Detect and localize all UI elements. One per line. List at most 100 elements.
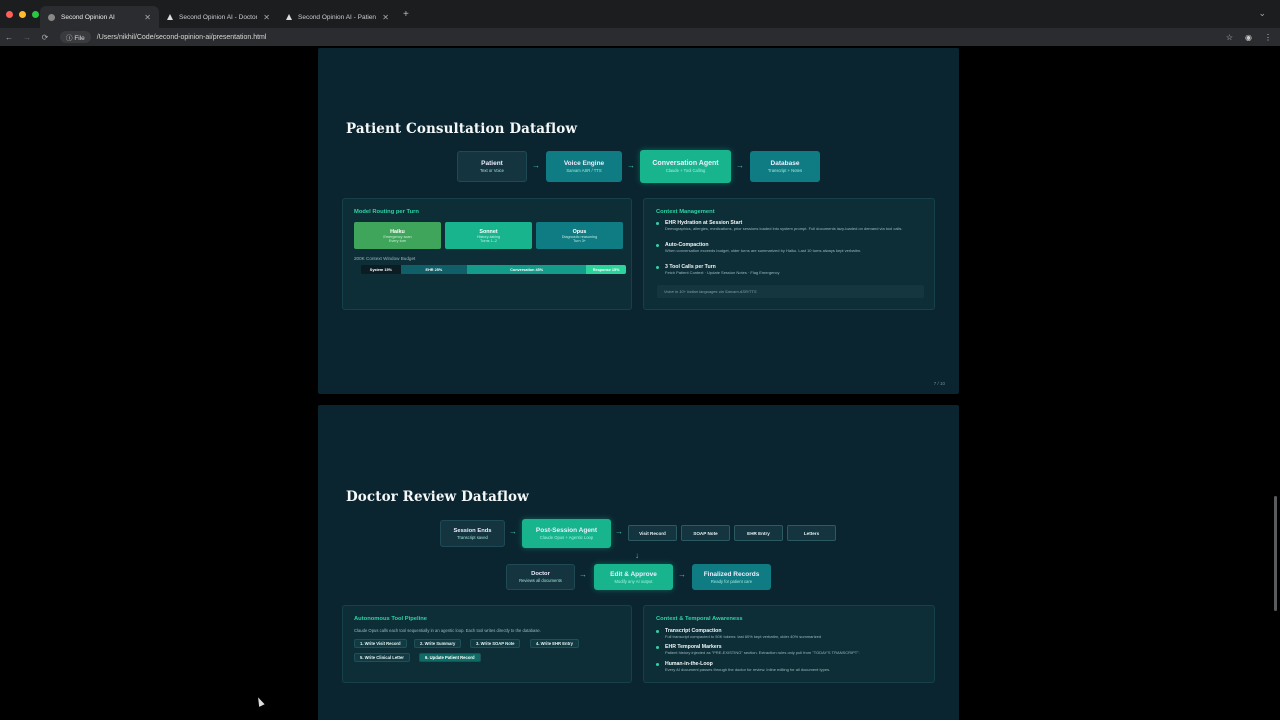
close-tab-icon[interactable]: ✕ [263,13,270,22]
page-viewport: Patient Consultation Dataflow Patient Te… [0,46,1280,720]
flow-box-sub: Text or Voice [480,168,504,173]
browser-tab-strip: Second Opinion AI ✕ Second Opinion AI - … [0,0,1280,28]
close-tab-icon[interactable]: ✕ [382,13,389,22]
context-item: EHR Hydration at Session Start Demograph… [656,220,921,231]
bullet-dot-icon [656,646,659,649]
flow-box-sub: Modify any AI output [614,578,653,584]
arrow-right-icon: → [532,161,540,170]
context-item-body: Patient history injected as "PRE-EXISTIN… [665,650,860,655]
flow-box-title: Voice Engine [563,160,605,167]
page-scrollbar[interactable] [1274,496,1277,611]
context-management-panel: Context Management EHR Hydration at Sess… [643,198,935,310]
context-item-body: Full transcript compacted to 50K tokens:… [665,634,822,639]
arrow-right-icon: → [736,161,744,170]
bookmark-star-icon[interactable]: ☆ [1226,33,1233,42]
slide-doctor-review: Doctor Review Dataflow Session Ends Tran… [318,405,959,720]
slide-title: Patient Consultation Dataflow [346,121,578,137]
budget-label: 200K Context Window Budget [354,256,416,261]
slide-patient-consultation: Patient Consultation Dataflow Patient Te… [318,48,959,394]
forward-button[interactable]: → [18,33,36,42]
file-chip-label: File [74,35,85,42]
context-item: EHR Temporal Markers Patient history inj… [656,644,921,655]
bullet-dot-icon [656,244,659,247]
reload-button[interactable]: ⟳ [36,33,54,42]
triangle-logo-icon [167,14,173,20]
context-item: Auto-Compaction When conversation exceed… [656,242,921,253]
flow-box-sub: Transcript + Notes [767,168,803,173]
flow-box-sub: Ready for patient care [710,578,753,584]
tab-search-chevron-icon[interactable]: ⌄ [1258,8,1266,19]
budget-segment-ehr: EHR 25% [400,265,467,274]
model-card-haiku: Haiku Emergency scan Every turn [354,222,441,249]
tab-title: Second Opinion AI [61,13,115,21]
context-item: Human-in-the-Loop Every AI document pass… [656,661,921,672]
pipeline-step: 5. Write Clinical Letter [354,653,410,662]
pipeline-step: 4. Write EHR Entry [530,639,579,648]
context-item-body: Fetch Patient Context · Update Session N… [665,270,780,275]
budget-segment-response: Response 15% [586,265,626,274]
back-button[interactable]: ← [0,33,18,42]
context-budget-bar: System 15% EHR 25% Conversation 45% Resp… [361,265,626,274]
page-number: 7 / 10 [933,381,945,386]
flow-box-title: Post-Session Agent [535,527,598,534]
flow-box-post-session-agent: Post-Session Agent Claude Opus + Agentic… [522,519,611,548]
triangle-logo-icon [286,14,292,20]
flow-box-doctor: Doctor Reviews all documents [506,564,575,590]
context-item: Transcript Compaction Full transcript co… [656,628,921,639]
tab-title: Second Opinion AI - Patient P [298,13,377,21]
flow-box-database: Database Transcript + Notes [750,151,820,182]
flow-box-sub: Claude Opus + Agentic Loop [539,535,594,540]
browser-tab-1[interactable]: Second Opinion AI ✕ [40,6,159,28]
context-item-body: Every AI document passes through the doc… [665,667,831,672]
arrow-down-icon: ↓ [635,551,639,560]
context-item-body: When conversation exceeds budget, older … [665,248,862,253]
url-text[interactable]: /Users/nikhil/Code/second-opinion-ai/pre… [97,34,267,41]
panel-heading: Context & Temporal Awareness [656,616,743,622]
address-bar[interactable]: ⓘ File /Users/nikhil/Code/second-opinion… [60,31,1226,43]
model-when: Every turn [388,238,407,243]
flow-box-title: Session Ends [453,527,492,534]
output-soap-note: SOAP Note [681,525,730,541]
flow-box-conversation-agent: Conversation Agent Claude + Tool Calling [640,150,731,183]
flow-box-title: Database [770,160,800,167]
new-tab-button[interactable]: + [403,9,409,20]
model-when: Turn 3+ [572,238,587,243]
pipeline-step: 2. Write Summary [414,639,462,648]
bullet-dot-icon [656,222,659,225]
flow-box-sub: Claude + Tool Calling [665,168,706,173]
arrow-right-icon: → [627,161,635,170]
tab-title: Second Opinion AI - Doctor P [179,13,258,21]
browser-tab-3[interactable]: Second Opinion AI - Patient P ✕ [278,6,397,28]
menu-kebab-icon[interactable]: ⋮ [1264,33,1272,42]
flow-box-title: Patient [481,160,503,167]
arrow-right-icon: → [678,570,686,579]
file-info-chip[interactable]: ⓘ File [60,31,91,43]
globe-icon [48,13,55,21]
close-tab-icon[interactable]: ✕ [144,13,151,22]
pipeline-step: 3. Write SOAP Note [470,639,521,648]
voice-language-note: Voice in 10+ Indian languages via Sarvam… [657,285,924,298]
flow-box-edit-approve: Edit & Approve Modify any AI output [594,564,673,590]
output-letters: Letters [787,525,836,541]
output-ehr-entry: EHR Entry [734,525,783,541]
temporal-awareness-panel: Context & Temporal Awareness Transcript … [643,605,935,683]
model-card-sonnet: Sonnet History-taking Turns 1–2 [445,222,532,249]
minimize-window-button[interactable] [19,10,26,18]
context-item: 3 Tool Calls per Turn Fetch Patient Cont… [656,264,921,275]
arrow-right-icon: → [615,527,623,536]
arrow-right-icon: → [509,527,517,536]
flow-box-title: Edit & Approve [610,570,657,578]
bullet-dot-icon [656,630,659,633]
profile-icon[interactable]: ◉ [1245,33,1252,42]
close-window-button[interactable] [6,10,13,18]
output-visit-record: Visit Record [628,525,677,541]
flow-box-title: Finalized Records [703,570,760,578]
zoom-window-button[interactable] [32,10,39,18]
flow-box-sub: Reviews all documents [519,578,562,583]
arrow-right-icon: → [579,570,587,579]
flow-box-session-ends: Session Ends Transcript saved [440,520,505,547]
browser-tab-2[interactable]: Second Opinion AI - Doctor P ✕ [159,6,278,28]
flow-box-title: Doctor [531,571,550,577]
window-controls [0,10,40,18]
flow-box-finalized-records: Finalized Records Ready for patient care [692,564,771,590]
